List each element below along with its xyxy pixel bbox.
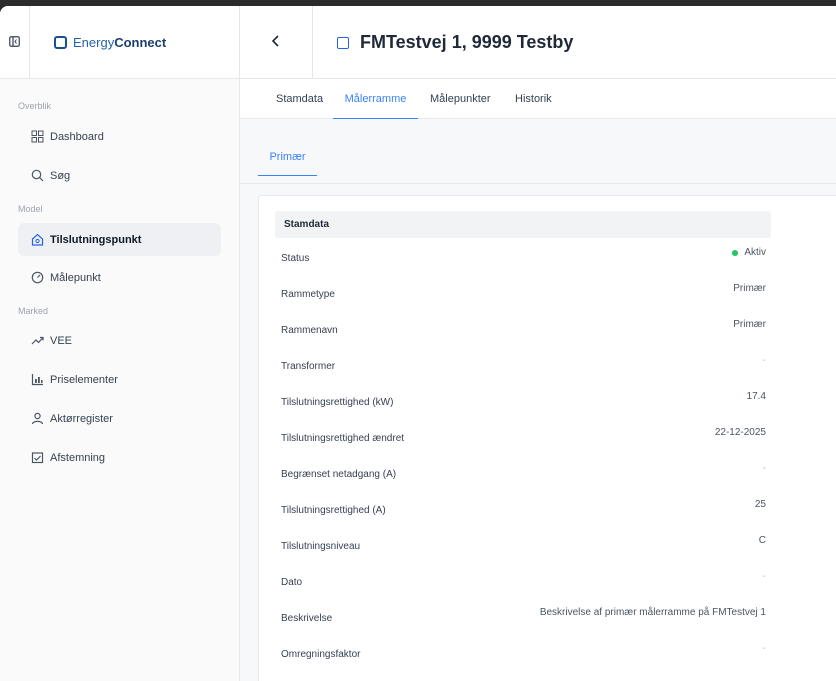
detail-label: Dato (281, 577, 303, 588)
back-button[interactable] (240, 6, 313, 79)
sidebar-item-afstemning[interactable]: Afstemning (18, 441, 221, 474)
tab-historik[interactable]: Historik (515, 79, 552, 119)
sidebar-section-marked: Marked (18, 306, 49, 316)
detail-value: - (762, 571, 766, 582)
chart-icon (30, 373, 44, 387)
detail-label: Tilslutningsrettighed (A) (281, 505, 386, 516)
sidebar-item-vee[interactable]: VEE (18, 324, 221, 357)
detail-label: Tilslutningsrettighed (kW) (281, 397, 394, 408)
home-icon (30, 233, 44, 247)
brand-logo-icon (54, 36, 67, 49)
sidebar-item-dashboard[interactable]: Dashboard (18, 120, 221, 153)
card-title: Stamdata (275, 211, 771, 238)
detail-label: Transformer (281, 361, 336, 372)
detail-label: Tilslutningsniveau (281, 541, 361, 552)
tab-malepunkter[interactable]: Målepunkter (430, 79, 491, 119)
sidebar-item-priselementer[interactable]: Priselementer (18, 363, 221, 396)
subtab-primaer[interactable]: Primær (258, 138, 317, 176)
detail-label: Tilslutningsrettighed ændret (281, 433, 405, 444)
sidebar-item-label: Afstemning (50, 451, 106, 464)
detail-row-tilslutningsniveau: Tilslutningsniveau C (281, 531, 766, 567)
sidebar-item-label: Søg (50, 169, 71, 182)
detail-value: Aktiv (744, 247, 766, 258)
sidebar-item-label: Aktørregister (50, 412, 113, 425)
page-title: FMTestvej 1, 9999 Testby (360, 32, 574, 52)
status-dot-icon (732, 250, 739, 256)
sidebar-item-label: Priselementer (50, 373, 118, 386)
detail-row-tilslutningsrettighed-a: Tilslutningsrettighed (A) 25 (281, 495, 766, 531)
detail-row-omregningsfaktor: Omregningsfaktor - (281, 639, 766, 675)
chevron-left-icon (271, 34, 281, 52)
sidebar-item-sog[interactable]: Søg (18, 159, 221, 192)
brand-logo-area[interactable]: Energy Connect (30, 6, 240, 79)
stamdata-card: Stamdata Status Aktiv Rammetype Primær R… (258, 195, 836, 681)
sidebar-item-label: Tilslutningspunkt (50, 233, 142, 246)
detail-value: Beskrivelse af primær målerramme på FMTe… (539, 607, 766, 618)
detail-value: Primær (733, 319, 766, 330)
detail-row-dato: Dato - (281, 567, 766, 603)
detail-label: Status (281, 253, 310, 264)
detail-label: Rammetype (281, 289, 335, 300)
sidebar-toggle-icon (9, 34, 20, 52)
detail-value: - (762, 643, 766, 654)
detail-value: 22-12-2025 (714, 427, 766, 438)
sidebar-item-label: Målepunkt (50, 271, 101, 284)
brand-name-part2: Connect (114, 35, 167, 50)
grid-icon (30, 130, 44, 144)
detail-value: C (758, 535, 766, 546)
sidebar: Overblik Dashboard Søg Model Tilslutning… (0, 79, 240, 681)
tab-stamdata[interactable]: Stamdata (276, 79, 323, 119)
detail-value: 17.4 (746, 391, 766, 402)
trend-icon (30, 334, 44, 348)
sidebar-toggle-button[interactable] (0, 6, 30, 79)
search-icon (30, 169, 44, 183)
detail-row-rammenavn: Rammenavn Primær (281, 315, 766, 351)
tab-malerramme[interactable]: Målerramme (333, 79, 418, 119)
user-icon (30, 412, 44, 426)
page-header: FMTestvej 1, 9999 Testby (337, 6, 573, 79)
detail-label: Beskrivelse (281, 613, 333, 624)
detail-row-status: Status Aktiv (281, 243, 766, 279)
status-badge: Aktiv (732, 243, 766, 279)
sidebar-section-overblik: Overblik (18, 101, 52, 111)
sidebar-item-aktorregister[interactable]: Aktørregister (18, 402, 221, 435)
detail-label: Begrænset netadgang (A) (281, 469, 397, 480)
detail-row-transformer: Transformer - (281, 351, 766, 387)
sidebar-item-malepunkt[interactable]: Målepunkt (18, 261, 221, 294)
check-chart-icon (30, 451, 44, 465)
main-content: Stamdata Målerramme Målepunkter Historik… (240, 79, 836, 681)
app-window: Energy Connect FMTestvej 1, 9999 Testby O… (0, 6, 836, 681)
sidebar-item-label: Dashboard (50, 130, 104, 143)
sidebar-item-label: VEE (50, 334, 73, 347)
detail-label: Omregningsfaktor (281, 649, 361, 660)
tab-bar: Stamdata Målerramme Målepunkter Historik (240, 79, 836, 119)
brand-name-part1: Energy (73, 35, 115, 50)
detail-row-rammetype: Rammetype Primær (281, 279, 766, 315)
detail-label: Rammenavn (281, 325, 338, 336)
sidebar-item-tilslutningspunkt[interactable]: Tilslutningspunkt (18, 223, 221, 256)
gauge-icon (30, 271, 44, 285)
detail-value: Primær (733, 283, 766, 294)
sidebar-section-model: Model (18, 204, 43, 214)
page-type-icon (337, 36, 349, 49)
detail-value: 25 (754, 499, 766, 510)
detail-row-tilslutningsrettighed-aendret: Tilslutningsrettighed ændret 22-12-2025 (281, 423, 766, 459)
detail-value: - (762, 463, 766, 474)
detail-row-tilslutningsrettighed-kw: Tilslutningsrettighed (kW) 17.4 (281, 387, 766, 423)
detail-row-beskrivelse: Beskrivelse Beskrivelse af primær målerr… (281, 603, 766, 639)
top-bar: Energy Connect FMTestvej 1, 9999 Testby (0, 6, 836, 79)
detail-value: - (762, 355, 766, 366)
subtab-bar: Primær (240, 119, 836, 184)
detail-row-begraenset-netadgang: Begrænset netadgang (A) - (281, 459, 766, 495)
